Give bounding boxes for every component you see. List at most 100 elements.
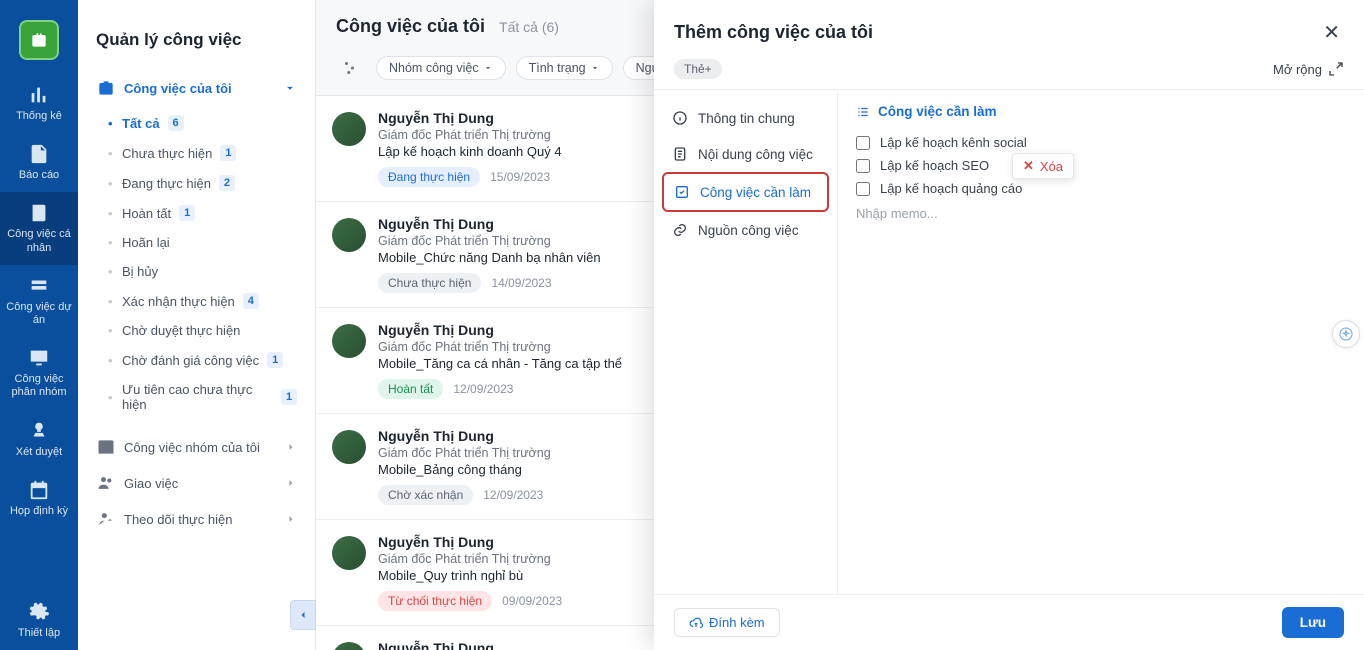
status-badge: Chưa thực hiện: [378, 273, 481, 293]
user-arrow-icon: [96, 509, 116, 529]
stack-icon: [28, 275, 50, 297]
badge: 1: [281, 389, 297, 405]
panel-tabs: Thông tin chung Nội dung công việc Công …: [654, 90, 838, 594]
list-check-icon: [856, 105, 870, 119]
sidebar-group-team-tasks[interactable]: Công việc nhóm của tôi: [86, 429, 307, 465]
save-button[interactable]: Lưu: [1282, 607, 1344, 638]
avatar: [332, 112, 366, 146]
sidebar-group-label: Giao việc: [124, 476, 178, 491]
todo-item[interactable]: Lập kế hoạch quảng cáo: [856, 177, 1346, 200]
file-text-icon: [672, 146, 688, 162]
sidebar-filter-highprio-notstarted[interactable]: Ưu tiên cao chưa thực hiện1: [104, 375, 307, 419]
badge: 6: [168, 115, 184, 131]
cloud-upload-icon: [689, 616, 703, 630]
rail-item-group-tasks[interactable]: Công việc phân nhóm: [0, 337, 78, 409]
rail-item-project-tasks[interactable]: Công việc dự án: [0, 265, 78, 337]
rail-item-meetings[interactable]: Họp định kỳ: [0, 469, 78, 528]
sidebar-group-label: Công việc nhóm của tôi: [124, 440, 260, 455]
sidebar-group-follow[interactable]: Theo dõi thực hiện: [86, 501, 307, 537]
sidebar: Quản lý công việc Công việc của tôi Tất …: [78, 0, 316, 650]
chevron-down-icon: [283, 81, 297, 95]
rail-label: Thiết lập: [18, 627, 60, 639]
sidebar-filter-awaiting-review[interactable]: Chờ đánh giá công việc1: [104, 345, 307, 375]
badge: 4: [243, 293, 259, 309]
sidebar-group-label: Theo dõi thực hiện: [124, 512, 232, 527]
briefcase-icon: [96, 78, 116, 98]
todo-checkbox[interactable]: [856, 136, 870, 150]
task-date: 12/09/2023: [453, 382, 513, 396]
sidebar-filter-all[interactable]: Tất cả6: [104, 108, 307, 138]
todo-label: Lập kế hoạch quảng cáo: [880, 181, 1022, 196]
avatar: [332, 642, 366, 650]
rail-label: Thống kê: [16, 110, 62, 122]
tab-todo[interactable]: Công việc cần làm: [662, 172, 829, 212]
chevron-left-icon: [297, 609, 309, 621]
rail-label: Công việc phân nhóm: [11, 373, 66, 398]
tab-general[interactable]: Thông tin chung: [662, 100, 829, 136]
chevron-down-icon: [483, 63, 493, 73]
avatar: [332, 324, 366, 358]
todo-checkbox[interactable]: [856, 159, 870, 173]
panel-expand-button[interactable]: Mở rộng: [1273, 61, 1344, 77]
panel-close-button[interactable]: ✕: [1319, 16, 1344, 49]
todo-checkbox[interactable]: [856, 182, 870, 196]
sidebar-group-my-tasks[interactable]: Công việc của tôi: [86, 70, 307, 106]
page-title: Công việc của tôi: [336, 16, 485, 37]
sidebar-filter-notstarted[interactable]: Chưa thực hiện1: [104, 138, 307, 168]
tag-add-button[interactable]: Thẻ+: [674, 59, 722, 79]
link-icon: [672, 222, 688, 238]
rail-item-approve[interactable]: Xét duyệt: [0, 410, 78, 469]
todo-label: Lập kế hoạch SEO: [880, 158, 989, 173]
calendar-small-icon: [96, 437, 116, 457]
todo-item[interactable]: Lập kế hoạch SEO: [856, 154, 1346, 177]
filter-group-pill[interactable]: Nhóm công việc: [376, 56, 506, 80]
rail-item-stats[interactable]: Thống kê: [0, 74, 78, 133]
rail-item-reports[interactable]: Báo cáo: [0, 133, 78, 192]
sidebar-collapse-toggle[interactable]: [290, 600, 316, 630]
sidebar-group-assign[interactable]: Giao việc: [86, 465, 307, 501]
status-badge: Chờ xác nhận: [378, 485, 473, 505]
task-date: 12/09/2023: [483, 488, 543, 502]
bar-chart-icon: [28, 84, 50, 106]
toolbar-settings-button[interactable]: [336, 53, 366, 83]
todo-item[interactable]: Lập kế hoạch kênh social: [856, 131, 1346, 154]
sidebar-filter-cancelled[interactable]: Bị hủy: [104, 257, 307, 286]
chevron-right-icon: [285, 513, 297, 525]
sliders-icon: [342, 59, 360, 77]
avatar: [332, 218, 366, 252]
rail-item-settings[interactable]: Thiết lập: [0, 591, 78, 650]
expand-icon: [1328, 61, 1344, 77]
monitor-icon: [28, 347, 50, 369]
tab-content[interactable]: Nội dung công việc: [662, 136, 829, 172]
tab-source[interactable]: Nguồn công việc: [662, 212, 829, 248]
badge: 1: [267, 352, 283, 368]
sidebar-filter-awaiting-approval[interactable]: Chờ duyệt thực hiện: [104, 316, 307, 345]
help-bubble[interactable]: [1332, 320, 1360, 348]
todo-delete-popover[interactable]: ✕ Xóa: [1012, 153, 1074, 179]
task-date: 14/09/2023: [491, 276, 551, 290]
rail-label: Xét duyệt: [16, 446, 62, 458]
attach-button[interactable]: Đính kèm: [674, 608, 780, 637]
memo-input[interactable]: Nhập memo...: [856, 206, 1346, 221]
badge: 2: [219, 175, 235, 191]
rail-item-personal-tasks[interactable]: Công việc cá nhân: [0, 192, 78, 264]
rail-label: Báo cáo: [19, 169, 59, 181]
check-square-icon: [674, 184, 690, 200]
avatar: [332, 430, 366, 464]
rail-label: Công việc cá nhân: [7, 228, 71, 253]
badge: 1: [179, 205, 195, 221]
task-date: 09/09/2023: [502, 594, 562, 608]
app-logo: [19, 20, 59, 60]
avatar: [332, 536, 366, 570]
sidebar-filter-inprogress[interactable]: Đang thực hiện2: [104, 168, 307, 198]
chevron-right-icon: [285, 441, 297, 453]
filter-status-pill[interactable]: Tình trạng: [516, 56, 613, 80]
rail-label: Công việc dự án: [6, 301, 71, 326]
sidebar-filter-confirm[interactable]: Xác nhận thực hiện4: [104, 286, 307, 316]
sidebar-filter-postponed[interactable]: Hoãn lại: [104, 228, 307, 257]
sidebar-filter-done[interactable]: Hoàn tất1: [104, 198, 307, 228]
panel-content: Công việc cần làm Lập kế hoạch kênh soci…: [838, 90, 1364, 594]
users-icon: [96, 473, 116, 493]
panel-title: Thêm công việc của tôi: [674, 22, 873, 43]
chevron-down-icon: [590, 63, 600, 73]
